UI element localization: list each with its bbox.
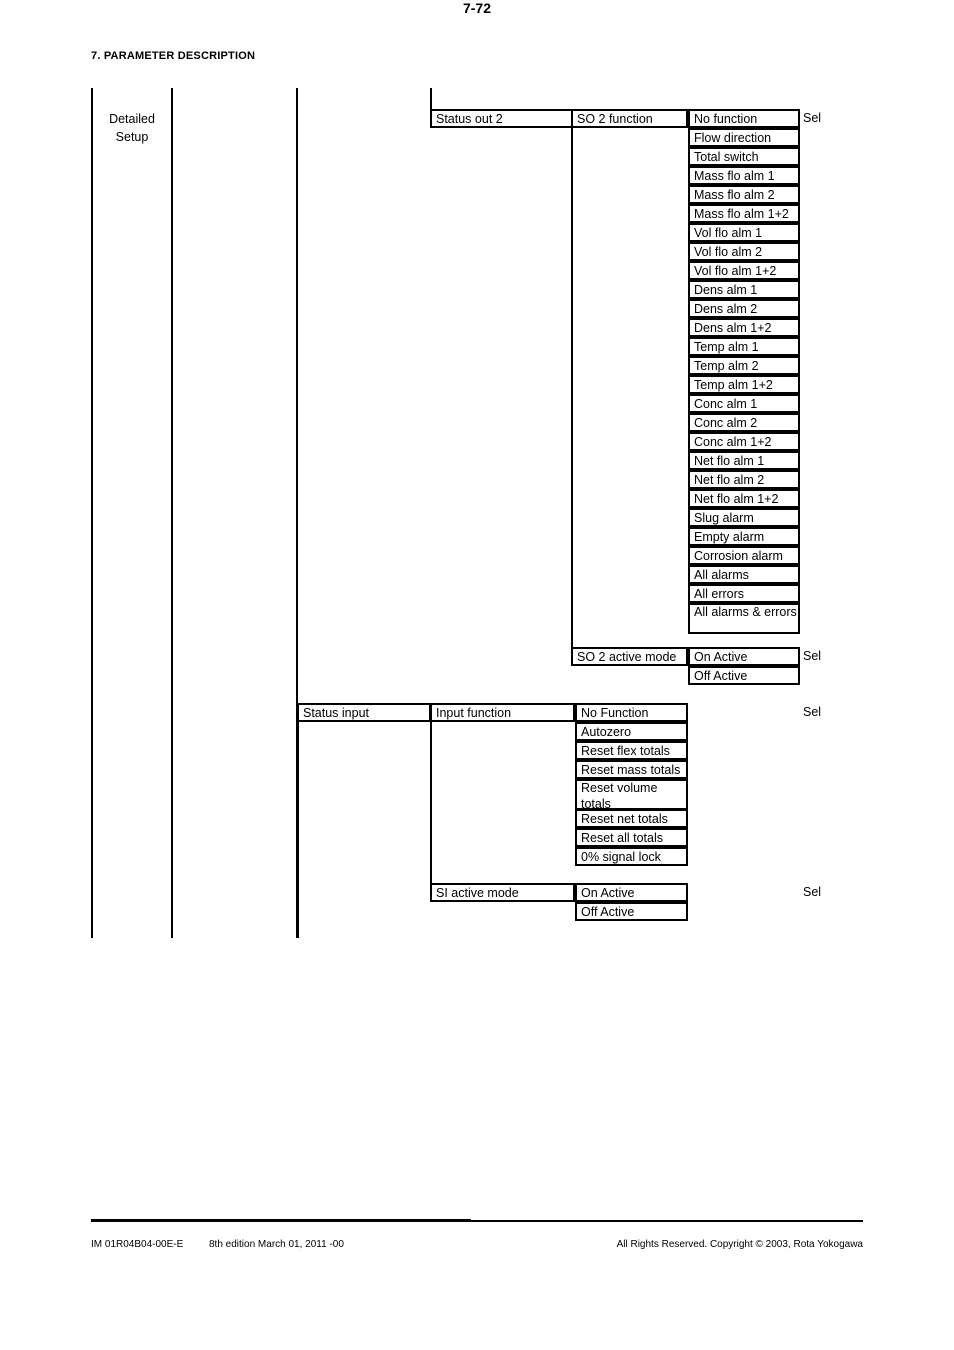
option-item[interactable]: No function <box>688 109 800 128</box>
tree-trunk-line-2 <box>171 88 173 938</box>
option-item[interactable]: Temp alm 1 <box>688 337 800 356</box>
option-item[interactable]: Dens alm 1+2 <box>688 318 800 337</box>
option-item[interactable]: Empty alarm <box>688 527 800 546</box>
footer-copyright: All Rights Reserved. Copyright © 2003, R… <box>616 1239 863 1250</box>
option-item[interactable]: Dens alm 1 <box>688 280 800 299</box>
option-item[interactable]: 0% signal lock <box>575 847 688 866</box>
connector-status-out-2 <box>430 88 432 111</box>
option-item[interactable]: Reset mass totals <box>575 760 688 779</box>
footer-page-number: 7-72 <box>462 0 492 16</box>
option-item[interactable]: Reset net totals <box>575 809 688 828</box>
parameter-input-function[interactable]: Input function <box>430 703 575 722</box>
option-item[interactable]: All errors <box>688 584 800 603</box>
connector-so2-parameters <box>571 128 573 648</box>
option-item[interactable]: Net flo alm 2 <box>688 470 800 489</box>
tree-trunk-line-1 <box>91 88 93 938</box>
group-status-out-2[interactable]: Status out 2 <box>430 109 573 128</box>
option-item[interactable]: Total switch <box>688 147 800 166</box>
option-item[interactable]: Temp alm 1+2 <box>688 375 800 394</box>
tree-root-label-detailed: Detailed <box>109 112 155 126</box>
parameter-so-2-active-mode[interactable]: SO 2 active mode <box>571 647 688 666</box>
option-item[interactable]: No Function <box>575 703 688 722</box>
option-item[interactable]: Mass flo alm 1 <box>688 166 800 185</box>
option-item[interactable]: Net flo alm 1 <box>688 451 800 470</box>
option-item[interactable]: Reset all totals <box>575 828 688 847</box>
footer-divider-right <box>471 1220 863 1222</box>
option-item[interactable]: Flow direction <box>688 128 800 147</box>
footer-document-id: IM 01R04B04-00E-E <box>91 1239 184 1250</box>
access-sel-so-2-active-mode: Sel <box>803 649 822 663</box>
option-item[interactable]: On Active <box>688 647 800 666</box>
option-item[interactable]: Mass flo alm 2 <box>688 185 800 204</box>
connector-status-input <box>297 722 299 938</box>
option-item[interactable]: Mass flo alm 1+2 <box>688 204 800 223</box>
access-sel-so-2-function: Sel <box>803 111 822 125</box>
option-item[interactable]: Conc alm 1 <box>688 394 800 413</box>
option-item[interactable]: Off Active <box>575 902 688 921</box>
option-item[interactable]: Vol flo alm 1 <box>688 223 800 242</box>
page-section-title: 7. PARAMETER DESCRIPTION <box>91 50 256 62</box>
option-item[interactable]: Autozero <box>575 722 688 741</box>
parameter-si-active-mode[interactable]: SI active mode <box>430 883 575 902</box>
option-item[interactable]: On Active <box>575 883 688 902</box>
option-item[interactable]: Temp alm 2 <box>688 356 800 375</box>
connector-si-parameters <box>430 722 432 884</box>
access-sel-si-active-mode: Sel <box>803 885 822 899</box>
option-item[interactable]: All alarms & errors <box>688 603 800 634</box>
option-item[interactable]: Conc alm 2 <box>688 413 800 432</box>
option-item[interactable]: Corrosion alarm <box>688 546 800 565</box>
option-item[interactable]: Reset flex totals <box>575 741 688 760</box>
option-item[interactable]: Net flo alm 1+2 <box>688 489 800 508</box>
option-item[interactable]: All alarms <box>688 565 800 584</box>
option-item[interactable]: Vol flo alm 2 <box>688 242 800 261</box>
group-status-input[interactable]: Status input <box>297 703 431 722</box>
tree-root-label-setup: Setup <box>115 130 149 144</box>
option-item[interactable]: Slug alarm <box>688 508 800 527</box>
option-item[interactable]: Vol flo alm 1+2 <box>688 261 800 280</box>
option-item[interactable]: Reset volume totals <box>575 779 688 810</box>
footer-edition: 8th edition March 01, 2011 -00 <box>209 1239 344 1250</box>
option-item[interactable]: Conc alm 1+2 <box>688 432 800 451</box>
option-item[interactable]: Off Active <box>688 666 800 685</box>
access-sel-input-function: Sel <box>803 705 822 719</box>
parameter-so-2-function[interactable]: SO 2 function <box>571 109 688 128</box>
option-item[interactable]: Dens alm 2 <box>688 299 800 318</box>
footer-divider-left <box>91 1219 471 1222</box>
